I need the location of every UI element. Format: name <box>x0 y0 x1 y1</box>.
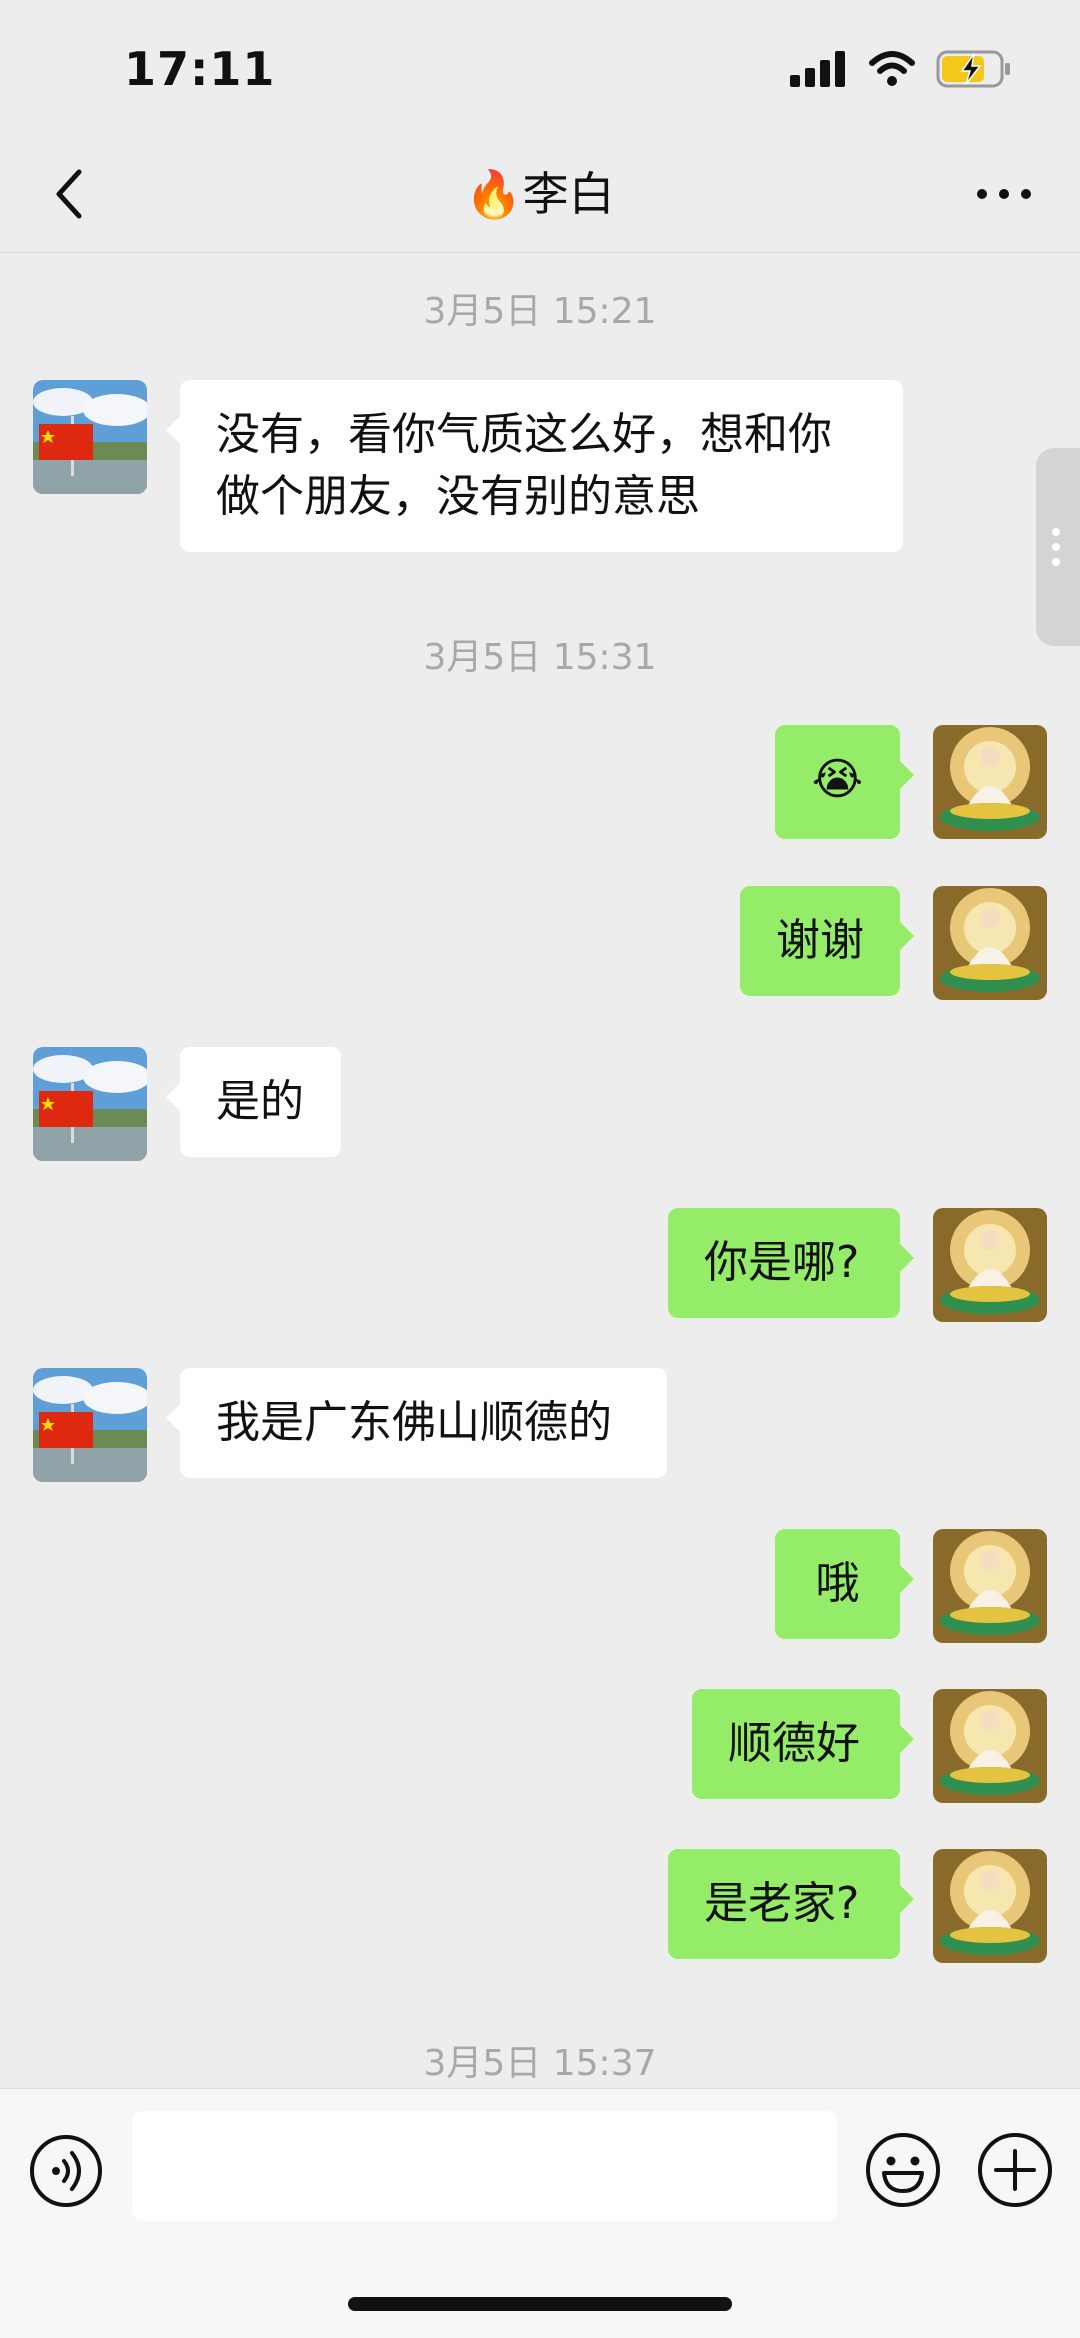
flag-photo-avatar <box>33 380 147 494</box>
voice-button[interactable] <box>28 2133 104 2209</box>
more-horizontal-icon <box>977 189 1031 199</box>
outgoing-message[interactable]: 😭 <box>775 725 914 839</box>
message-timestamp: 3月5日 15:37 <box>423 2043 657 2084</box>
battery-charging-icon <box>936 50 1010 88</box>
plus-icon <box>978 2133 1052 2207</box>
buddha-avatar <box>933 886 1047 1000</box>
outgoing-message[interactable]: 哦 <box>775 1529 914 1639</box>
incoming-message[interactable]: 没有，看你气质这么好，想和你做个朋友，没有别的意思 <box>166 380 903 552</box>
contact-avatar[interactable] <box>33 380 147 494</box>
status-bar: 17:11 <box>0 0 1080 140</box>
chat-title: 🔥李白 <box>0 162 1080 226</box>
incoming-message[interactable]: 我是广东佛山顺德的 <box>166 1368 667 1478</box>
my-avatar[interactable] <box>933 1849 1047 1963</box>
my-avatar[interactable] <box>933 1689 1047 1803</box>
status-time: 17:11 <box>124 42 276 96</box>
buddha-avatar <box>933 1849 1047 1963</box>
buddha-avatar <box>933 1208 1047 1322</box>
status-icons <box>790 50 1012 88</box>
my-avatar[interactable] <box>933 886 1047 1000</box>
message-timestamp: 3月5日 15:21 <box>423 291 657 332</box>
buddha-avatar <box>933 1689 1047 1803</box>
fire-emoji: 🔥 <box>465 167 523 221</box>
outgoing-message[interactable]: 谢谢 <box>740 886 914 996</box>
contact-avatar[interactable] <box>33 1368 147 1482</box>
more-actions-button[interactable] <box>976 2131 1054 2209</box>
voice-icon <box>30 2135 102 2207</box>
floating-side-handle[interactable] <box>1036 448 1080 646</box>
outgoing-message[interactable]: 你是哪? <box>668 1208 914 1318</box>
my-avatar[interactable] <box>933 1208 1047 1322</box>
flag-photo-avatar <box>33 1047 147 1161</box>
my-avatar[interactable] <box>933 725 1047 839</box>
buddha-avatar <box>933 725 1047 839</box>
chat-header: 🔥李白 <box>0 140 1080 253</box>
more-button[interactable] <box>968 162 1040 226</box>
incoming-message[interactable]: 是的 <box>166 1047 341 1157</box>
home-indicator[interactable] <box>348 2297 732 2311</box>
contact-name: 李白 <box>522 167 615 221</box>
my-avatar[interactable] <box>933 1529 1047 1643</box>
message-timestamp: 3月5日 15:31 <box>423 637 657 678</box>
message-input[interactable] <box>132 2111 837 2221</box>
buddha-avatar <box>933 1529 1047 1643</box>
signal-icon <box>790 51 845 87</box>
smiley-icon <box>866 2133 940 2207</box>
outgoing-message[interactable]: 顺德好 <box>692 1689 914 1799</box>
wifi-icon <box>869 51 915 86</box>
contact-avatar[interactable] <box>33 1047 147 1161</box>
emoji-button[interactable] <box>864 2131 942 2209</box>
flag-photo-avatar <box>33 1368 147 1482</box>
outgoing-message[interactable]: 是老家? <box>668 1849 914 1959</box>
